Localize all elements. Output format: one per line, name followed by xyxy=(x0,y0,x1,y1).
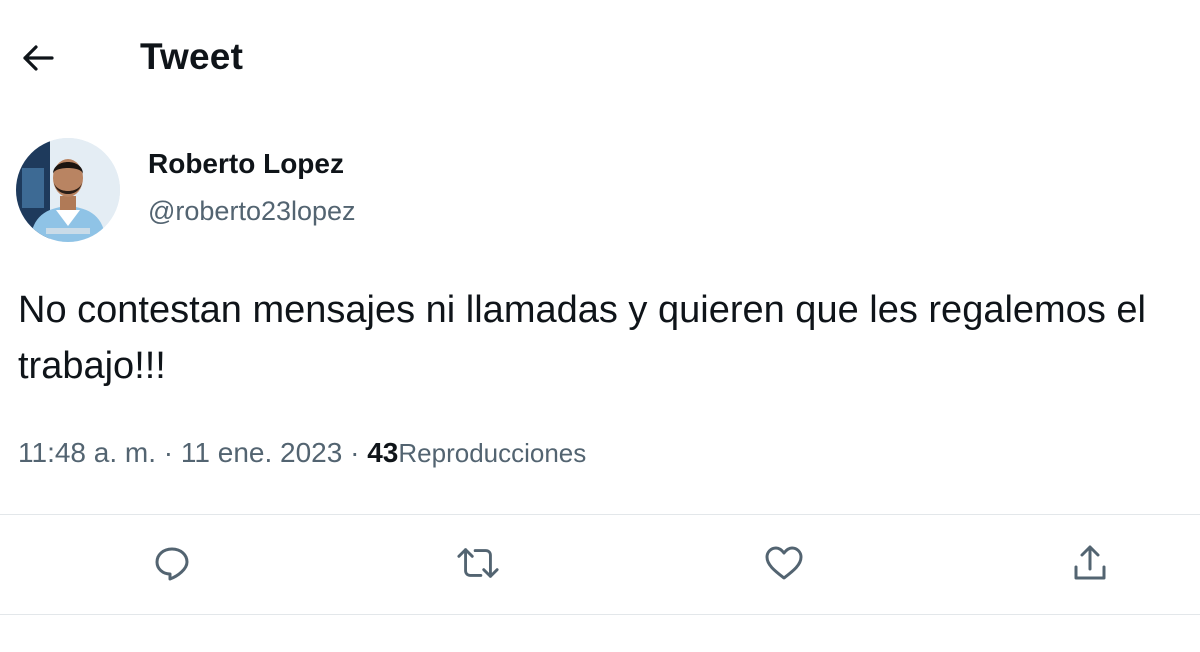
reply-button[interactable] xyxy=(150,541,194,585)
tweet-time[interactable]: 11:48 a. m. xyxy=(18,437,156,468)
avatar-photo xyxy=(16,138,120,242)
reply-icon xyxy=(155,547,189,581)
like-icon xyxy=(765,546,803,580)
share-button[interactable] xyxy=(1068,541,1112,585)
like-button[interactable] xyxy=(762,541,806,585)
retweet-icon xyxy=(457,548,499,578)
arrow-left-icon xyxy=(23,45,54,71)
tweet-text: No contestan mensajes ni llamadas y quie… xyxy=(18,289,1146,387)
meta-separator: · xyxy=(350,437,360,468)
back-button[interactable] xyxy=(14,34,62,82)
avatar[interactable] xyxy=(16,138,120,242)
author-handle[interactable]: @roberto23lopez xyxy=(148,196,356,227)
views-count: 43 xyxy=(367,437,399,468)
views-label: Reproducciones xyxy=(398,438,587,468)
author-name[interactable]: Roberto Lopez xyxy=(148,148,344,180)
divider xyxy=(0,614,1200,615)
retweet-button[interactable] xyxy=(456,541,500,585)
share-icon xyxy=(1074,545,1106,580)
tweet-header: Tweet xyxy=(0,0,1200,118)
tweet-meta: 11:48 a. m. · 11 ene. 2023 · 43Reproducc… xyxy=(18,437,586,469)
page-title: Tweet xyxy=(140,36,244,77)
divider xyxy=(0,514,1200,515)
tweet-date[interactable]: 11 ene. 2023 xyxy=(181,437,342,468)
meta-separator: · xyxy=(163,437,174,468)
